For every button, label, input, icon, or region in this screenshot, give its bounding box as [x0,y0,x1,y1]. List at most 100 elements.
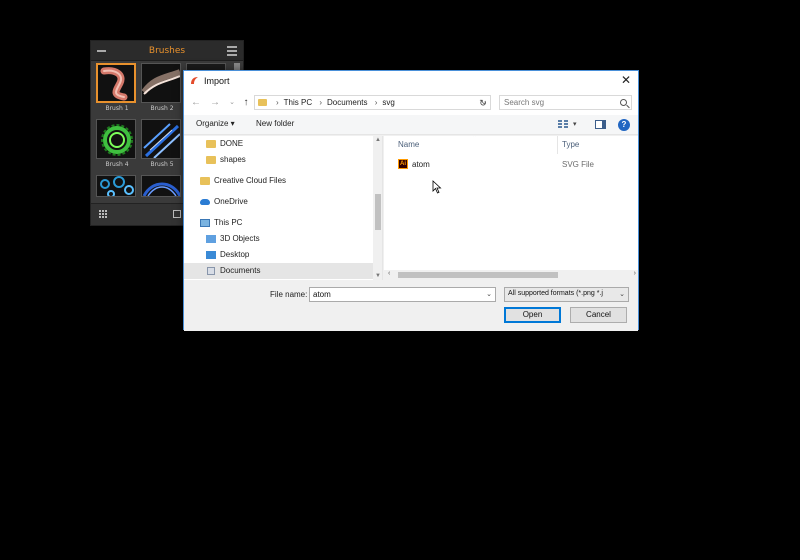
breadcrumb-this-pc[interactable]: This PC [284,98,312,107]
file-list-horizontal-scrollbar[interactable]: ‹ › [384,270,638,280]
nav-item-label: shapes [220,155,246,164]
nav-item-this-pc[interactable]: This PC [184,215,373,231]
preview-pane-icon[interactable] [595,120,606,129]
search-input[interactable]: Search svg [499,95,632,110]
brush-label: Brush 4 [105,161,129,168]
open-button[interactable]: Open [504,307,561,323]
file-list: ⌃ Name Type Ai atom SVG File ‹ › [384,136,638,280]
nav-item-label: Creative Cloud Files [214,176,287,185]
dialog-title: Import [204,76,230,86]
forward-icon[interactable]: → [209,97,221,109]
brush-item-1[interactable]: Brush 1 [96,63,138,117]
folder-icon [206,140,216,148]
navigation-pane: DONE shapes Creative Cloud Files OneDriv… [184,136,383,280]
address-bar[interactable]: › This PC › Documents › svg ⌄ [254,95,491,110]
nav-item-label: OneDrive [214,197,248,206]
dialog-titlebar[interactable]: Import ✕ [184,71,638,91]
breadcrumb-documents[interactable]: Documents [327,98,367,107]
scrollbar-thumb[interactable] [375,194,381,230]
file-name-value: atom [313,290,331,299]
nav-item-3d-objects[interactable]: 3D Objects [184,231,373,247]
breadcrumb-svg[interactable]: svg [382,98,394,107]
documents-icon [207,267,215,275]
list-view-icon[interactable] [173,210,181,218]
organize-button[interactable]: Organize ▾ [196,119,235,128]
brushes-panel-title: Brushes [148,46,186,56]
this-pc-icon [200,219,210,227]
view-options-icon[interactable] [558,120,568,129]
scroll-left-icon[interactable]: ‹ [388,270,390,277]
chevron-down-icon[interactable]: ⌄ [619,290,625,298]
brush-item-5[interactable]: Brush 5 [141,119,183,173]
nav-item-desktop[interactable]: Desktop [184,247,373,263]
column-header-type[interactable]: Type [562,140,579,149]
3d-objects-icon [206,235,216,243]
column-divider[interactable] [557,136,558,154]
chevron-down-icon[interactable]: ▾ [573,120,577,128]
brush-item-8[interactable] [141,175,183,197]
breadcrumb: › This PC › Documents › svg [276,98,395,107]
file-name-input[interactable]: atom ⌄ [309,287,496,302]
desktop-icon [206,251,216,259]
nav-item-label: This PC [214,218,243,227]
refresh-icon[interactable]: ↻ [477,97,489,109]
file-type: SVG File [562,160,595,169]
brush-thumbnail [96,175,136,197]
scrollbar-thumb[interactable] [398,272,558,278]
file-row[interactable]: Ai atom SVG File [394,158,634,172]
creative-cloud-folder-icon [200,177,210,185]
file-name: atom [412,160,430,169]
brush-thumbnail [141,63,181,103]
nav-item-creative-cloud-files[interactable]: Creative Cloud Files [184,173,373,189]
search-icon [620,99,627,106]
nav-item-label: DONE [220,139,244,148]
file-type-filter-value: All supported formats (*.png *.j [508,290,603,297]
column-header-name[interactable]: Name [398,140,419,149]
app-icon [191,77,198,84]
brush-thumbnail [96,63,136,103]
sort-indicator-icon: ⌃ [472,136,478,141]
navigation-scrollbar[interactable]: ▲ ▼ [373,136,382,280]
search-placeholder: Search svg [504,98,545,107]
folder-icon [206,156,216,164]
navigation-bar: ← → ⌄ ↑ › This PC › Documents › svg ⌄ ↻ Sea… [184,91,638,115]
mouse-cursor-icon [432,180,442,194]
brush-label: Brush 2 [150,105,174,112]
grid-view-icon[interactable] [99,210,107,218]
brush-thumbnail [96,119,136,159]
nav-item-label: 3D Objects [220,234,260,243]
help-icon[interactable]: ? [618,119,630,131]
file-name-label: File name: [270,290,308,299]
new-folder-button[interactable]: New folder [256,119,294,128]
cancel-button[interactable]: Cancel [570,307,627,323]
folder-icon [258,99,267,106]
panel-menu-icon[interactable] [227,46,237,56]
brush-item-4[interactable]: Brush 4 [96,119,138,173]
nav-item-label: Desktop [220,250,250,259]
nav-item-done[interactable]: DONE [184,136,373,152]
brush-item-7[interactable] [96,175,138,197]
brush-label: Brush 5 [150,161,174,168]
onedrive-icon [200,199,210,205]
recent-locations-icon[interactable]: ⌄ [226,97,238,109]
scroll-right-icon[interactable]: › [634,270,636,277]
brushes-panel-header[interactable]: Brushes [91,41,243,61]
brush-thumbnail [141,119,181,159]
file-type-filter-select[interactable]: All supported formats (*.png *.j ⌄ [504,287,629,302]
chevron-down-icon[interactable]: ⌄ [486,290,492,298]
brush-label: Brush 1 [105,105,129,112]
nav-item-onedrive[interactable]: OneDrive [184,194,373,210]
dialog-toolbar: Organize ▾ New folder ▾ ? [184,115,638,135]
up-icon[interactable]: ↑ [240,97,252,109]
nav-item-documents[interactable]: Documents [184,263,373,279]
brush-item-2[interactable]: Brush 2 [141,63,183,117]
dialog-footer: File name: atom ⌄ All supported formats … [184,280,638,331]
close-icon[interactable]: ✕ [620,74,632,86]
scroll-down-icon[interactable]: ▼ [375,273,381,279]
nav-item-shapes[interactable]: shapes [184,152,373,168]
illustrator-file-icon: Ai [398,159,408,169]
brush-thumbnail [141,175,181,197]
scroll-up-icon[interactable]: ▲ [375,137,381,143]
import-dialog: Import ✕ ← → ⌄ ↑ › This PC › Documents › sv… [183,70,639,331]
back-icon[interactable]: ← [190,97,202,109]
